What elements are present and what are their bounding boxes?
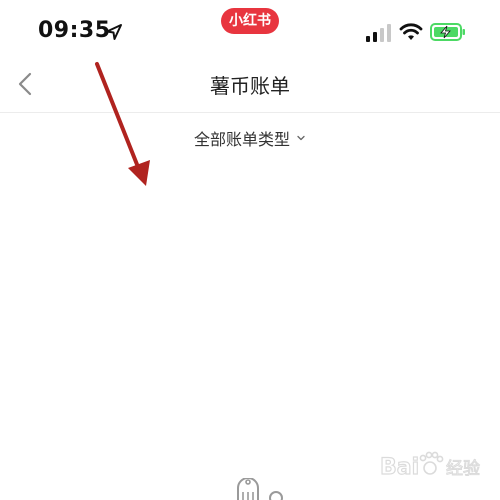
svg-text:经验: 经验 [446,459,480,479]
chevron-left-icon[interactable] [10,68,42,100]
wifi-icon [399,23,423,40]
bill-type-filter[interactable]: 全部账单类型 [0,126,500,152]
app-badge: 小红书 [221,8,279,34]
location-arrow-icon [106,24,122,40]
status-time: 09:35 [38,18,111,43]
baidu-paw-icon [419,451,444,475]
nav-bar: 薯币账单 [0,62,500,113]
svg-text:Bai: Bai [380,455,419,480]
battery-charging-icon [430,23,465,41]
page-title: 薯币账单 [210,74,290,98]
cellular-signal-icon [366,24,391,42]
screen: 09:35 小红书 薯币账单 全部账单类型 Bai 经验 [0,0,500,500]
chevron-down-icon [297,135,305,141]
empty-state-illustration [237,478,283,500]
status-bar: 09:35 小红书 [0,0,500,62]
bill-type-filter-label: 全部账单类型 [193,130,290,149]
baidu-jingyan-watermark: Bai 经验 [379,451,481,481]
